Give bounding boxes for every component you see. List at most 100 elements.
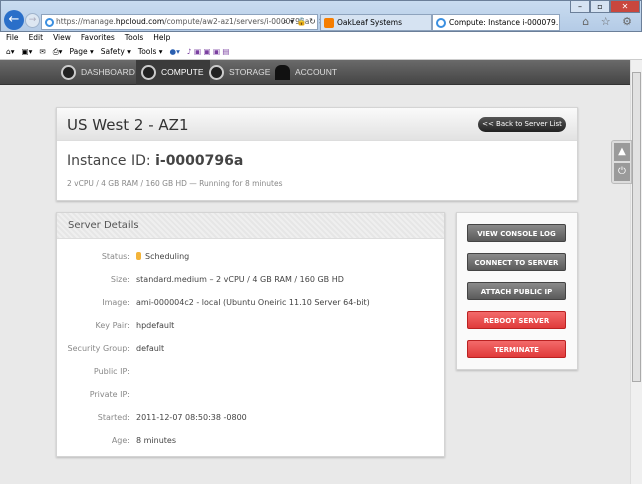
instance-id-value: i-0000796a (155, 153, 244, 169)
menu-tools[interactable]: Tools (125, 33, 143, 42)
detail-label: Private IP: (89, 390, 130, 399)
menu-bar: File Edit View Favorites Tools Help (0, 32, 642, 44)
detail-row: Image: ami-000004c2 - local (Ubuntu Oneir… (57, 297, 444, 309)
detail-label: Status: (101, 252, 130, 261)
nav-storage[interactable]: STORAGE (204, 60, 276, 85)
detail-row: Private IP: (57, 389, 444, 401)
nav-compute[interactable]: COMPUTE (136, 60, 210, 85)
detail-value: ami-000004c2 - local (Ubuntu Oneiric 11.… (136, 297, 370, 309)
detail-value: 8 minutes (136, 435, 176, 447)
storage-icon (209, 65, 224, 80)
instance-header-card: US West 2 - AZ1 << Back to Server List I… (56, 107, 578, 201)
mail-icon[interactable]: ✉ (39, 47, 45, 56)
back-button[interactable]: ← (4, 10, 24, 30)
nav-account[interactable]: ACCOUNT (270, 60, 343, 85)
url-prefix: https://manage. (56, 17, 116, 26)
tab-oakleaf[interactable]: OakLeaf Systems (320, 14, 432, 31)
addon-icons[interactable]: ♪ ▣ ▣ ▣ ▤ (187, 47, 230, 56)
main-nav: DASHBOARD COMPUTE STORAGE ACCOUNT (0, 60, 630, 85)
instance-spec: 2 vCPU / 4 GB RAM / 160 GB HD — Running … (67, 179, 283, 188)
feeds-icon[interactable]: ▣▾ (22, 47, 33, 56)
detail-value-text: Scheduling (145, 252, 190, 261)
nav-dashboard[interactable]: DASHBOARD (56, 60, 141, 85)
attach-public-ip-button[interactable]: ATTACH PUBLIC IP (467, 282, 566, 300)
address-bar[interactable]: https://manage.hpcloud.com/compute/aw2-a… (41, 14, 318, 30)
safety-menu[interactable]: Safety ▾ (101, 47, 131, 56)
terminate-button[interactable]: TERMINATE (467, 340, 566, 358)
maximize-button[interactable]: ▫ (590, 0, 610, 13)
detail-value: standard.medium – 2 vCPU / 4 GB RAM / 16… (136, 274, 344, 286)
detail-value: 2011-12-07 08:50:38 -0800 (136, 412, 247, 424)
connect-to-server-button[interactable]: CONNECT TO SERVER (467, 253, 566, 271)
ie-icon (45, 18, 54, 27)
region-title: US West 2 - AZ1 (67, 116, 189, 134)
side-widget: ▲ ⏻ (611, 140, 632, 184)
detail-label: Security Group: (67, 344, 130, 353)
scrollbar-thumb[interactable] (632, 72, 641, 382)
detail-label: Public IP: (93, 367, 130, 376)
blogger-icon (324, 18, 334, 28)
tools-menu[interactable]: Tools ▾ (138, 47, 163, 56)
detail-row: Security Group: default (57, 343, 444, 355)
detail-row: Public IP: (57, 366, 444, 378)
detail-label: Image: (102, 298, 130, 307)
nav-label: DASHBOARD (81, 67, 135, 77)
tab-label: OakLeaf Systems (337, 18, 402, 27)
menu-view[interactable]: View (53, 33, 71, 42)
detail-value-text: 8 minutes (136, 436, 177, 445)
ie-icon (436, 18, 446, 28)
home-favorites-settings-icons[interactable]: ⌂ ☆ ⚙ (582, 15, 636, 28)
detail-label: Started: (97, 413, 130, 422)
menu-help[interactable]: Help (153, 33, 170, 42)
detail-value-text: ami-000004c2 - local (Ubuntu Oneiric 11.… (136, 298, 370, 307)
instance-id-label: Instance ID: (67, 153, 151, 169)
window-controls: – ▫ ✕ (570, 0, 640, 14)
detail-label: Age: (111, 436, 130, 445)
detail-label: Size: (110, 275, 130, 284)
nav-label: ACCOUNT (295, 67, 338, 77)
reboot-server-button[interactable]: REBOOT SERVER (467, 311, 566, 329)
account-icon (275, 65, 290, 80)
view-console-log-button[interactable]: VIEW CONSOLE LOG (467, 224, 566, 242)
page-menu[interactable]: Page ▾ (69, 47, 93, 56)
tab-label: Compute: Instance i-000079... (449, 18, 560, 27)
detail-row: Age: 8 minutes (57, 435, 444, 447)
compute-icon (141, 65, 156, 80)
menu-edit[interactable]: Edit (29, 33, 44, 42)
detail-row: Status: Scheduling (57, 251, 444, 263)
status-indicator-icon (136, 252, 141, 260)
detail-row: Size: standard.medium – 2 vCPU / 4 GB RAM… (57, 274, 444, 286)
dashboard-icon (61, 65, 76, 80)
detail-value-text: standard.medium – 2 vCPU / 4 GB RAM / 16… (136, 275, 344, 284)
print-icon[interactable]: ⎙▾ (53, 47, 63, 56)
minimize-button[interactable]: – (570, 0, 590, 13)
nav-label: COMPUTE (161, 67, 204, 77)
detail-label: Key Pair: (95, 321, 130, 330)
header-bar: US West 2 - AZ1 << Back to Server List (57, 108, 577, 141)
nav-label: STORAGE (229, 67, 271, 77)
detail-value-text: 2011-12-07 08:50:38 -0800 (136, 413, 247, 422)
power-icon[interactable]: ⏻ (614, 163, 630, 181)
help-icon[interactable]: ●▾ (170, 47, 180, 56)
command-bar: ⌂▾ ▣▾ ✉ ⎙▾ Page ▾ Safety ▾ Tools ▾ ●▾ ♪ ▣ ▣ ▣ ▤ (0, 44, 642, 60)
detail-row: Started: 2011-12-07 08:50:38 -0800 (57, 412, 444, 424)
detail-value: hpdefault (136, 320, 174, 332)
home-icon[interactable]: ⌂▾ (6, 47, 15, 56)
close-window-button[interactable]: ✕ (610, 0, 640, 13)
detail-value-text: default (136, 344, 165, 353)
back-to-server-list-button[interactable]: << Back to Server List (478, 117, 566, 132)
menu-file[interactable]: File (6, 33, 19, 42)
address-controls[interactable]: ⌕ ▾ 🔒 ↻ ✕ (283, 14, 325, 30)
detail-value: default (136, 343, 164, 355)
forward-button[interactable]: → (25, 13, 40, 28)
detail-row: Key Pair: hpdefault (57, 320, 444, 332)
server-details-header: Server Details (57, 213, 444, 239)
tab-compute-instance[interactable]: Compute: Instance i-000079... ✕ (432, 14, 560, 31)
menu-favorites[interactable]: Favorites (81, 33, 115, 42)
server-details-title: Server Details (68, 220, 139, 231)
actions-panel: VIEW CONSOLE LOG CONNECT TO SERVER ATTAC… (456, 212, 578, 370)
server-details-card: Server Details Status: Scheduling Size: sta… (56, 212, 445, 457)
user-icon[interactable]: ▲ (614, 143, 630, 161)
detail-value: Scheduling (136, 251, 189, 263)
url-domain: hpcloud.com (115, 17, 165, 26)
